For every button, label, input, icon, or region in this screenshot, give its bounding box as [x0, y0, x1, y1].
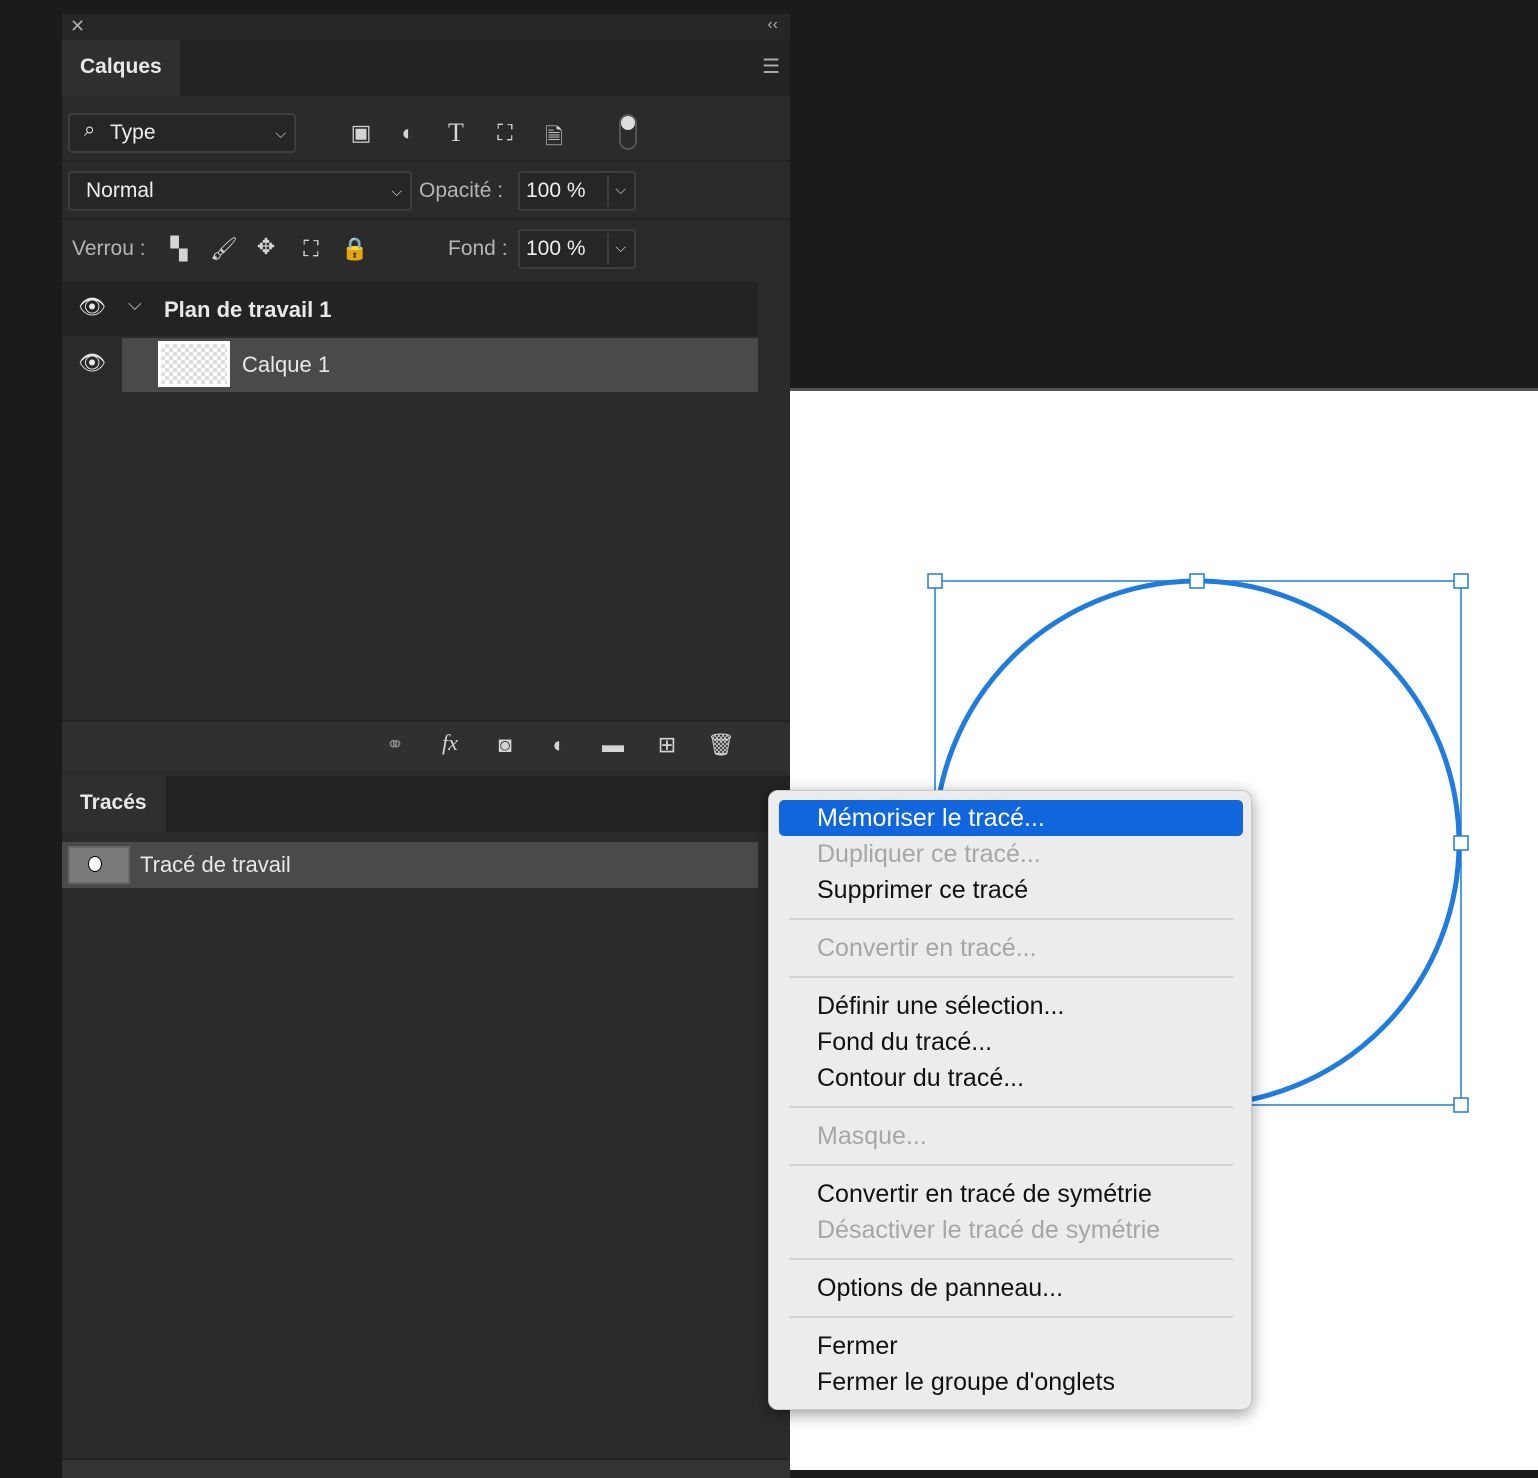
menu-separator	[789, 1106, 1233, 1108]
chevron-down-icon[interactable]: ⌵	[128, 294, 142, 315]
path-name: Tracé de travail	[140, 852, 291, 877]
opacity-input[interactable]: 100 % ⌵	[518, 171, 636, 211]
layer-row-artboard[interactable]: 👁 ⌵ Plan de travail 1	[62, 282, 758, 336]
search-icon: ⌕	[84, 119, 96, 141]
close-icon[interactable]: ✕	[70, 16, 85, 37]
filter-value: Type	[110, 121, 156, 144]
mask-icon[interactable]: ◙	[490, 732, 520, 758]
chevron-down-icon: ⌵	[391, 183, 402, 199]
new-layer-icon[interactable]: ⊞	[652, 732, 682, 758]
adjustment-filter-icon[interactable]: ◐	[393, 120, 423, 146]
shape-filter-icon[interactable]: ⛶	[490, 120, 520, 146]
smart-object-filter-icon[interactable]: 🗎	[539, 120, 569, 158]
menu-item-panel-options[interactable]: Options de panneau...	[817, 1270, 1063, 1306]
menu-item-delete-path[interactable]: Supprimer ce tracé	[817, 872, 1028, 908]
blend-mode-value: Normal	[86, 179, 154, 202]
image-filter-icon[interactable]: ▣	[346, 120, 376, 146]
eye-icon[interactable]: 👁	[78, 350, 106, 376]
menu-item-fill-path[interactable]: Fond du tracé...	[817, 1024, 992, 1060]
menu-separator	[789, 1316, 1233, 1318]
menu-item-close[interactable]: Fermer	[817, 1328, 898, 1364]
menu-item-clipping-path: Masque...	[817, 1122, 927, 1150]
menu-separator	[789, 1258, 1233, 1260]
tab-paths[interactable]: Tracés	[62, 776, 166, 832]
menu-item-stroke-path[interactable]: Contour du tracé...	[817, 1060, 1024, 1096]
layer-name: Plan de travail 1	[164, 297, 332, 322]
panel-menu-icon[interactable]: ☰	[762, 54, 780, 79]
context-menu: Mémoriser le tracé... Dupliquer ce tracé…	[768, 790, 1252, 1410]
lock-transparency-icon[interactable]: ▚	[164, 236, 194, 262]
menu-item-disable-symmetry-path: Désactiver le tracé de symétrie	[817, 1216, 1161, 1244]
layers-panel: ✕ ‹‹ Calques ☰ ⌕ Type ⌵ ▣ ◐ T ⛶ 🗎 Normal ⌵…	[62, 14, 790, 1478]
filter-type-select[interactable]: ⌕ Type ⌵	[68, 113, 296, 153]
menu-item-close-tab-group[interactable]: Fermer le groupe d'onglets	[817, 1364, 1115, 1400]
adjustment-icon[interactable]: ◐	[544, 732, 574, 758]
layer-row[interactable]: 👁 Calque 1	[62, 338, 758, 392]
lock-all-icon[interactable]: 🔒	[340, 236, 370, 262]
chevron-down-icon[interactable]: ⌵	[607, 233, 626, 265]
lock-move-icon[interactable]: ✥	[251, 234, 281, 260]
paths-footer	[62, 1458, 790, 1478]
layer-name: Calque 1	[242, 352, 331, 377]
opacity-label: Opacité :	[419, 179, 504, 202]
menu-separator	[789, 976, 1233, 978]
blend-mode-select[interactable]: Normal ⌵	[68, 171, 412, 211]
divider	[62, 160, 790, 162]
fill-input[interactable]: 100 % ⌵	[518, 229, 636, 269]
menu-item-save-path[interactable]: Mémoriser le tracé...	[779, 800, 1243, 836]
folder-icon[interactable]: ▬	[598, 732, 628, 758]
trash-icon[interactable]: 🗑	[706, 732, 736, 758]
layer-row-highlight: Calque 1	[122, 338, 758, 392]
menu-item-make-work-path: Convertir en tracé...	[817, 934, 1037, 962]
paths-tab-row: Tracés	[62, 776, 790, 832]
divider	[62, 218, 790, 220]
path-thumbnail	[68, 846, 130, 884]
collapse-icon[interactable]: ‹‹	[767, 16, 778, 34]
menu-separator	[789, 918, 1233, 920]
menu-separator	[789, 1164, 1233, 1166]
lock-label: Verrou :	[72, 237, 146, 260]
lock-artboard-icon[interactable]: ⛶	[296, 236, 326, 262]
fx-icon[interactable]: fx	[435, 730, 465, 756]
opacity-value: 100 %	[526, 179, 586, 202]
filter-toggle[interactable]	[619, 114, 637, 150]
fill-label: Fond :	[448, 237, 508, 260]
eye-icon[interactable]: 👁	[78, 294, 106, 320]
menu-item-duplicate-path: Dupliquer ce tracé...	[817, 840, 1041, 868]
layers-footer: ⚭ fx ◙ ◐ ▬ ⊞ 🗑	[62, 720, 790, 770]
link-icon[interactable]: ⚭	[380, 732, 410, 758]
type-filter-icon[interactable]: T	[441, 118, 471, 148]
lock-brush-icon[interactable]: 🖌	[209, 236, 239, 262]
layers-tab-row: Calques ☰	[62, 40, 790, 96]
chevron-down-icon[interactable]: ⌵	[607, 175, 626, 207]
panel-topbar: ✕ ‹‹	[62, 14, 790, 40]
tab-layers[interactable]: Calques	[62, 40, 180, 96]
fill-value: 100 %	[526, 237, 586, 260]
layer-thumbnail	[158, 341, 230, 387]
menu-item-make-symmetry-path[interactable]: Convertir en tracé de symétrie	[817, 1176, 1152, 1212]
path-row[interactable]: Tracé de travail	[62, 842, 758, 888]
menu-item-make-selection[interactable]: Définir une sélection...	[817, 988, 1064, 1024]
chevron-down-icon: ⌵	[275, 125, 286, 141]
